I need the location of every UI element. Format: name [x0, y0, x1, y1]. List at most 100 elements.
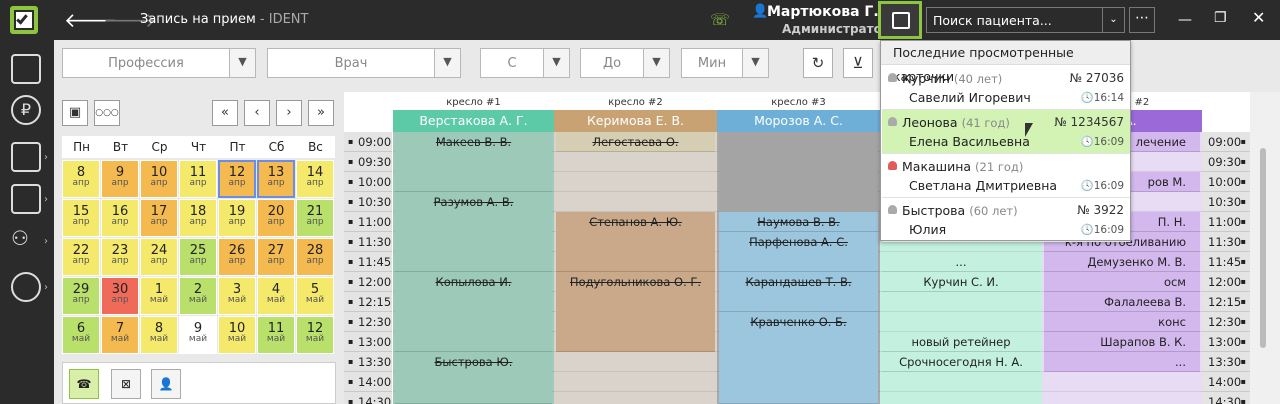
patient-search-button[interactable]: 👤	[151, 369, 181, 399]
calendar-day[interactable]: 10 апр	[140, 160, 178, 198]
appointment[interactable]: конс	[1044, 312, 1200, 332]
phone-schedule-button[interactable]: ☎	[69, 369, 99, 399]
appointment[interactable]: Фалалеева В.	[1044, 292, 1200, 312]
calendar-day[interactable]: 12 апр	[218, 160, 256, 198]
close-icon[interactable]: ✕	[1252, 8, 1265, 27]
calendar-day[interactable]: 11 апр	[179, 160, 217, 198]
recent-cards-button[interactable]	[878, 1, 922, 39]
doctor-select[interactable]: Врач ▼	[267, 48, 461, 78]
next-month-button[interactable]: »	[308, 100, 334, 126]
calendar-day[interactable]: 28 апр	[296, 238, 334, 276]
calendar-day[interactable]: 21 апр	[296, 199, 334, 237]
appointment[interactable]: Шарапов В. К.	[1044, 332, 1200, 352]
calendar-day[interactable]: 9 май	[179, 316, 217, 354]
calendar-day[interactable]: 5 май	[296, 277, 334, 315]
users-icon[interactable]: ⚇	[11, 226, 41, 256]
calendar-day[interactable]: 17 апр	[140, 199, 178, 237]
recent-card-item[interactable]: Курчин (40 лет) Савелий Игоревич № 27036 🕓1…	[882, 66, 1130, 110]
tooth-icon[interactable]	[11, 272, 41, 302]
clear-filter-button[interactable]: ⊻	[843, 48, 873, 78]
calendar-icon[interactable]	[11, 142, 41, 172]
appointment[interactable]: Легостаева О.	[556, 132, 715, 152]
next-week-button[interactable]: ›	[276, 100, 302, 126]
chevron-down-icon[interactable]: ⌄	[1102, 8, 1124, 32]
calendar-day[interactable]: 2 май	[179, 277, 217, 315]
appointment[interactable]: Демузенко М. В.	[1044, 252, 1200, 272]
to-select[interactable]: До ▼	[580, 48, 670, 78]
appointment[interactable]: Копылова И.	[395, 272, 552, 352]
appointment[interactable]: Карандашев Т. В.	[719, 272, 878, 312]
appointment[interactable]: новый ретейнер	[882, 332, 1040, 352]
chevron-down-icon[interactable]: ▼	[543, 49, 569, 77]
profession-select[interactable]: Профессия ▼	[62, 48, 256, 78]
calendar-day[interactable]: 25 апр	[179, 238, 217, 276]
calendar-day[interactable]: 15 апр	[62, 199, 100, 237]
appointment[interactable]: ...	[882, 252, 1040, 272]
calendar-day[interactable]: 20 апр	[257, 199, 295, 237]
calendar-day[interactable]: 6 май	[62, 316, 100, 354]
chevron-down-icon[interactable]: ▼	[434, 49, 460, 77]
calendar-day[interactable]: 16 апр	[101, 199, 139, 237]
calendar-day[interactable]: 23 апр	[101, 238, 139, 276]
appointment[interactable]: Кравченко О. Б.	[719, 312, 878, 404]
appointment[interactable]: Степанов А. Ю.	[556, 212, 715, 272]
chevron-down-icon[interactable]: ▼	[643, 49, 669, 77]
calendar-day[interactable]: 10 май	[218, 316, 256, 354]
doctor-header[interactable]: Верстакова А. Г.	[393, 110, 554, 132]
restore-icon[interactable]: ❐	[1214, 10, 1227, 26]
calendar-day[interactable]: 11 май	[257, 316, 295, 354]
calendar-day[interactable]: 4 май	[257, 277, 295, 315]
calendar-day[interactable]: 8 апр	[62, 160, 100, 198]
calendar-day[interactable]: 8 май	[140, 316, 178, 354]
calendar-day[interactable]: 13 апр	[257, 160, 295, 198]
reports-icon[interactable]	[11, 184, 41, 214]
calendar-day[interactable]: 7 май	[101, 316, 139, 354]
calendar-day[interactable]: 29 апр	[62, 277, 100, 315]
appointment[interactable]: Подугольникова О. Г.	[556, 272, 715, 352]
more-options-button[interactable]: ○○○	[94, 100, 120, 126]
app-logo[interactable]	[10, 6, 38, 34]
min-select[interactable]: Мин ▼	[681, 48, 769, 78]
refresh-button[interactable]: ↻	[803, 48, 833, 78]
doctor-header[interactable]: Керимова Е. В.	[554, 110, 717, 132]
appointment[interactable]: Парфенова А. С.	[719, 232, 878, 272]
prev-month-button[interactable]: «	[212, 100, 238, 126]
ruble-icon[interactable]: ₽	[11, 95, 41, 125]
phone-icon[interactable]: ☏	[710, 10, 730, 29]
appointment[interactable]: Курчин С. И.	[882, 272, 1040, 292]
calendar-day[interactable]: 19 апр	[218, 199, 256, 237]
chevron-down-icon[interactable]: ▼	[229, 49, 255, 77]
doctor-header[interactable]: Морозов А. С.	[717, 110, 880, 132]
calendar-day[interactable]: 27 апр	[257, 238, 295, 276]
appointment[interactable]: Срочносегодня Н. А.	[882, 352, 1040, 372]
patient-search-input[interactable]: Поиск пациента... ⌄	[926, 7, 1125, 33]
more-button[interactable]: ⋯	[1129, 7, 1155, 33]
calendar-day[interactable]: 24 апр	[140, 238, 178, 276]
prev-week-button[interactable]: ‹	[244, 100, 270, 126]
calendar-day[interactable]: 26 апр	[218, 238, 256, 276]
calendar-day[interactable]: 22 апр	[62, 238, 100, 276]
minimize-icon[interactable]: —	[1178, 12, 1192, 28]
cancel-schedule-button[interactable]: ⊠	[111, 369, 141, 399]
calendar-day[interactable]: 9 апр	[101, 160, 139, 198]
calendar-day[interactable]: 1 май	[140, 277, 178, 315]
appointment[interactable]: Макеев В. В.	[395, 132, 552, 192]
appointment[interactable]: Быстрова Ю.	[395, 352, 552, 404]
vertical-scrollbar[interactable]	[1250, 92, 1280, 404]
calendar-day[interactable]: 30 апр	[101, 277, 139, 315]
calendar-day[interactable]: 18 апр	[179, 199, 217, 237]
recent-card-item[interactable]: Быстрова (60 лет) Юлия № 3922 🕓16:09	[882, 198, 1130, 242]
from-select[interactable]: С ▼	[480, 48, 570, 78]
chevron-down-icon[interactable]: ▼	[742, 49, 768, 77]
appointment[interactable]: осм	[1044, 272, 1200, 292]
calendar-day[interactable]: 12 май	[296, 316, 334, 354]
calendar-day[interactable]: 3 май	[218, 277, 256, 315]
recent-card-item[interactable]: Макашина (21 год) Светлана Дмитриевна 🕓16:…	[882, 154, 1130, 198]
calendar-day[interactable]: 14 апр	[296, 160, 334, 198]
appointment[interactable]: ...	[1044, 352, 1200, 372]
recent-card-item[interactable]: Леонова (41 год) Елена Васильевна № 123456…	[882, 110, 1130, 154]
schedule-icon[interactable]	[11, 54, 41, 84]
today-button[interactable]: ▣	[62, 100, 88, 126]
appointment[interactable]: Разумов А. В.	[395, 192, 552, 272]
appointment[interactable]: Наумова В. В.	[719, 212, 878, 232]
